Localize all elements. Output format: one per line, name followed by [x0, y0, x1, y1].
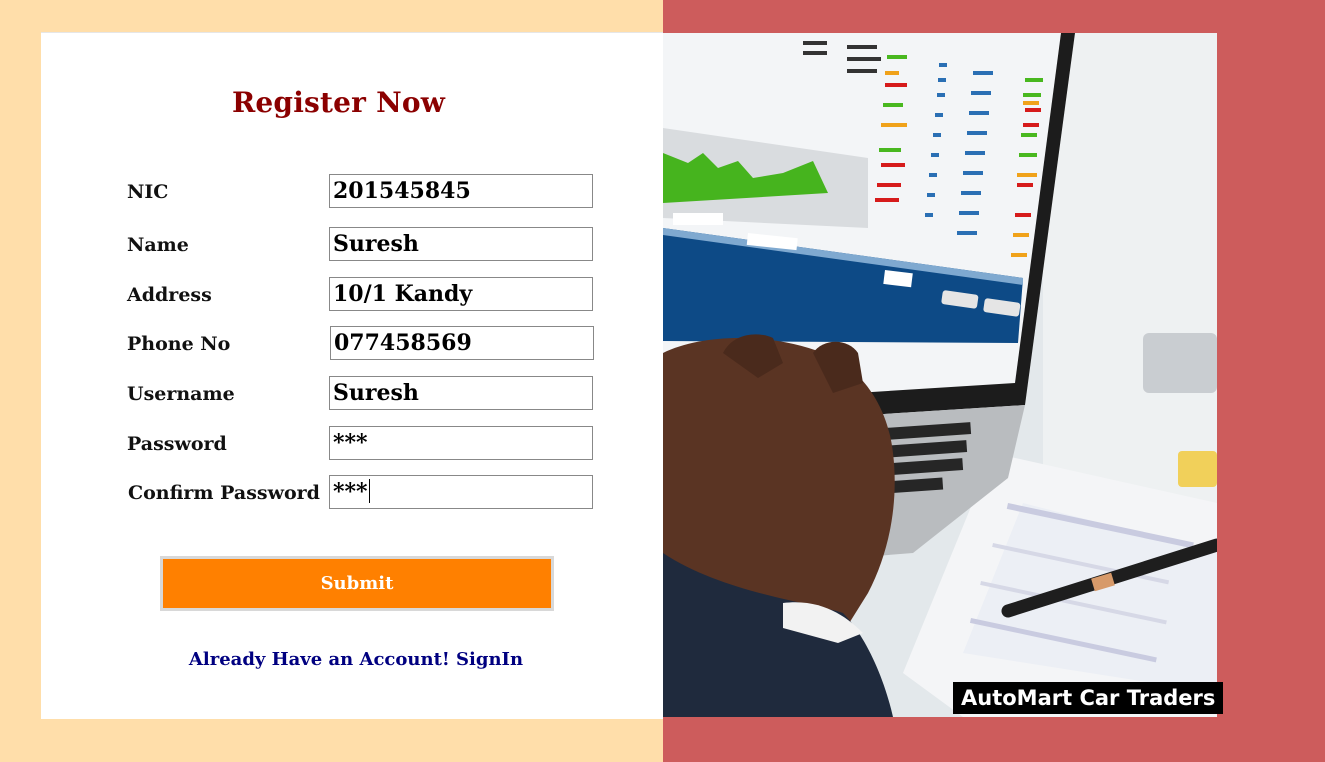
address-field[interactable]: 10/1 Kandy [329, 277, 593, 311]
username-field[interactable]: Suresh [329, 376, 593, 410]
nic-field[interactable]: 201545845 [329, 174, 593, 208]
page-title: Register Now [231, 86, 446, 119]
name-field[interactable]: Suresh [329, 227, 593, 261]
confirm-password-field[interactable]: *** [329, 475, 593, 509]
phone-label: Phone No [127, 333, 231, 355]
text-caret [368, 479, 370, 503]
confirm-password-value: *** [333, 479, 368, 505]
address-label: Address [127, 284, 212, 306]
brand-label: AutoMart Car Traders [953, 682, 1224, 714]
username-label: Username [127, 383, 235, 405]
hero-image [663, 33, 1217, 717]
name-label: Name [127, 234, 189, 256]
signin-link[interactable]: Already Have an Account! SignIn [41, 649, 671, 670]
trading-laptop-illustration [663, 33, 1217, 717]
password-label: Password [127, 433, 227, 455]
password-field[interactable]: *** [329, 426, 593, 460]
phone-field[interactable]: 077458569 [330, 326, 594, 360]
confirm-password-label: Confirm Password [128, 482, 320, 504]
nic-label: NIC [127, 181, 169, 203]
submit-button[interactable]: Submit [160, 556, 554, 611]
register-card: Register Now NIC 201545845 Name Suresh A… [41, 32, 663, 719]
